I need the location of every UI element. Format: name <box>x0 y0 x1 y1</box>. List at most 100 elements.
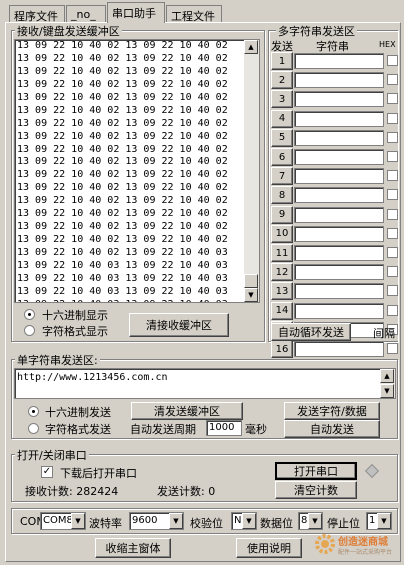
databits-label: 数据位 <box>260 517 293 530</box>
clear-send-button[interactable]: 清发送缓冲区 <box>131 402 243 420</box>
databits-value: 8 <box>301 515 308 526</box>
char-display-radio[interactable] <box>24 325 35 336</box>
multi-send-row-button[interactable]: 3 <box>271 90 293 109</box>
port-group-title: 打开/关闭串口 <box>15 447 89 463</box>
multi-send-row-button[interactable]: 5 <box>271 128 293 147</box>
receive-line: 13 09 22 10 40 02 13 09 22 10 40 02 <box>17 104 228 116</box>
scroll-down-icon[interactable]: ▼ <box>244 288 258 302</box>
multi-send-row-hex-checkbox[interactable] <box>387 93 398 105</box>
chevron-down-icon: ▼ <box>242 513 256 529</box>
multi-send-row-input[interactable] <box>294 302 384 319</box>
multi-send-row-button[interactable]: 9 <box>271 205 293 224</box>
clear-count-button[interactable]: 清空计数 <box>275 481 357 499</box>
tab-label: 串口助手 <box>112 7 156 20</box>
receive-line: 13 09 22 10 40 02 13 09 22 10 40 02 <box>17 65 228 77</box>
multi-send-row-hex-checkbox[interactable] <box>387 170 398 182</box>
open-after-download-checkbox[interactable]: ✓ <box>41 466 53 478</box>
tab-program-files[interactable]: 程序文件 <box>9 5 65 23</box>
multi-send-row-button[interactable]: 10 <box>271 224 293 243</box>
multi-send-row-hex-checkbox[interactable] <box>387 151 398 162</box>
multi-send-row-button[interactable]: 8 <box>271 186 293 205</box>
multi-send-row-input[interactable] <box>294 225 384 242</box>
multi-send-row-input[interactable] <box>294 129 384 146</box>
multi-send-row-input[interactable] <box>294 168 384 185</box>
scroll-down-icon[interactable]: ▼ <box>380 384 394 398</box>
tab-project-files[interactable]: 工程文件 <box>166 5 222 23</box>
send-data-button[interactable]: 发送字符/数据 <box>284 402 380 420</box>
scroll-up-icon[interactable]: ▲ <box>244 40 258 54</box>
multi-send-row-input[interactable] <box>294 72 384 89</box>
multi-send-row-button[interactable]: 1 <box>271 52 293 70</box>
tab-serial-assistant[interactable]: 串口助手 <box>107 2 165 23</box>
multi-send-row-hex-checkbox[interactable] <box>387 112 398 124</box>
clear-receive-button[interactable]: 清接收缓冲区 <box>129 313 229 337</box>
auto-loop-send-button[interactable]: 自动循环发送 <box>271 323 351 341</box>
scroll-up-icon[interactable]: ▲ <box>380 369 394 383</box>
multi-send-row-hex-checkbox[interactable] <box>387 227 398 239</box>
multi-send-row-button[interactable]: 14 <box>271 301 293 320</box>
multi-send-row: 13 <box>271 282 398 301</box>
multi-send-row-input[interactable] <box>294 206 384 223</box>
com-value: COM8 <box>43 515 73 526</box>
multi-send-row-button[interactable]: 4 <box>271 109 293 128</box>
multi-send-row-hex-checkbox[interactable] <box>387 208 398 220</box>
open-port-button[interactable]: 打开串口 <box>275 462 357 480</box>
multi-send-row-button[interactable]: 7 <box>271 167 293 186</box>
multi-send-row-input[interactable] <box>294 110 384 127</box>
multi-send-row-button[interactable]: 6 <box>271 148 293 166</box>
multi-send-row-hex-checkbox[interactable] <box>387 343 398 354</box>
hex-display-radio[interactable] <box>24 309 35 320</box>
hex-send-label: 十六进制发送 <box>45 406 111 419</box>
multi-send-row-button[interactable]: 13 <box>271 282 293 301</box>
multi-send-row-input[interactable] <box>294 283 384 300</box>
tab-no[interactable]: _no_ <box>66 5 106 23</box>
tab-label: _no_ <box>71 8 96 21</box>
multi-send-row-hex-checkbox[interactable] <box>387 304 398 316</box>
multi-send-row-hex-checkbox[interactable] <box>387 266 398 278</box>
multi-send-row-hex-checkbox[interactable] <box>387 189 398 201</box>
receive-scrollbar[interactable]: ▲ ▼ <box>244 40 259 302</box>
multi-send-row-button[interactable]: 2 <box>271 71 293 90</box>
multi-send-row: 6 <box>271 148 398 166</box>
receive-line: 13 09 22 10 40 02 13 09 22 10 40 02 <box>17 156 228 168</box>
rx-count-label: 接收计数: 282424 <box>25 485 119 498</box>
auto-period-input[interactable]: 1000 <box>206 420 242 436</box>
receive-line: 13 09 22 10 40 03 13 09 22 10 40 03 <box>17 259 228 271</box>
multi-send-row-input[interactable] <box>294 91 384 108</box>
multi-send-row-hex-checkbox[interactable] <box>387 285 398 297</box>
parity-label: 校验位 <box>190 517 223 530</box>
multi-send-row-input[interactable] <box>294 53 384 69</box>
com-select[interactable]: COM8 ▼ <box>40 512 86 530</box>
char-send-radio[interactable] <box>28 423 39 434</box>
auto-send-button[interactable]: 自动发送 <box>284 420 380 438</box>
receive-textarea[interactable]: 13 09 22 10 40 02 13 09 22 10 40 02 13 09… <box>14 39 260 303</box>
hex-send-radio[interactable] <box>28 406 39 417</box>
stopbits-select[interactable]: 1 ▼ <box>366 512 392 530</box>
multi-send-row-input[interactable] <box>294 187 384 204</box>
multi-send-row-button[interactable]: 12 <box>271 263 293 282</box>
multi-send-row-button[interactable]: 11 <box>271 244 293 262</box>
scroll-thumb[interactable] <box>244 274 258 288</box>
multi-send-row: 3 <box>271 90 398 109</box>
shrink-window-button[interactable]: 收缩主窗体 <box>95 538 171 558</box>
multi-send-row-input[interactable] <box>294 264 384 281</box>
multi-send-row-hex-checkbox[interactable] <box>387 55 398 66</box>
parity-select[interactable]: N ▼ <box>231 512 257 530</box>
databits-select[interactable]: 8 ▼ <box>298 512 323 530</box>
multi-send-row-hex-checkbox[interactable] <box>387 247 398 258</box>
multi-send-row-hex-checkbox[interactable] <box>387 131 398 143</box>
multi-send-row-input[interactable] <box>294 245 384 261</box>
multi-send-row: 8 <box>271 186 398 205</box>
help-button[interactable]: 使用说明 <box>236 538 302 558</box>
multi-send-row: 12 <box>271 263 398 282</box>
multi-send-row-button[interactable]: 16 <box>271 340 293 358</box>
single-send-input[interactable]: http://www.1213456.com.cn ▲ ▼ <box>14 368 396 399</box>
single-send-scrollbar[interactable]: ▲ ▼ <box>380 369 395 398</box>
receive-line: 13 09 22 10 40 02 13 09 22 10 40 02 <box>17 143 228 155</box>
multi-send-row-input[interactable] <box>294 341 384 357</box>
multi-send-row-input[interactable] <box>294 149 384 165</box>
receive-line: 13 09 22 10 40 02 13 09 22 10 40 02 <box>17 221 228 233</box>
baud-select[interactable]: 9600 ▼ <box>129 512 184 530</box>
multi-send-row-hex-checkbox[interactable] <box>387 74 398 86</box>
receive-line: 13 09 22 10 40 02 13 09 22 10 40 02 <box>17 234 228 246</box>
